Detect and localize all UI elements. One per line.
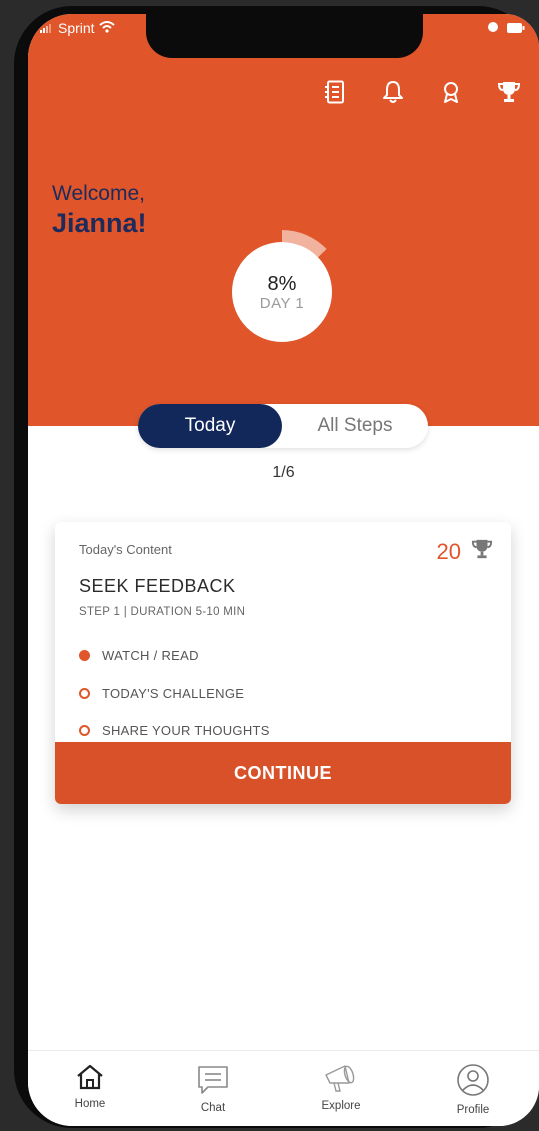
- status-bar-left: Sprint: [40, 20, 115, 36]
- progress-badge: 8% DAY 1: [232, 242, 332, 342]
- bell-icon[interactable]: [379, 78, 407, 106]
- tab-all-steps[interactable]: All Steps: [282, 404, 428, 448]
- chat-icon: [196, 1065, 230, 1098]
- card-meta: STEP 1 | DURATION 5-10 MIN: [79, 606, 246, 618]
- header-actions: [321, 78, 523, 106]
- card-label: Today's Content: [79, 542, 172, 557]
- profile-icon: [456, 1063, 490, 1100]
- continue-button[interactable]: CONTINUE: [55, 742, 511, 804]
- progress-ring: 8% DAY 1: [224, 214, 342, 344]
- alarm-icon: [487, 20, 499, 36]
- progress-percent: 8%: [267, 272, 297, 295]
- task-item[interactable]: WATCH / READ: [79, 648, 199, 663]
- trophy-small-icon: [471, 538, 493, 565]
- task-pending-icon: [79, 688, 90, 699]
- welcome-text: Welcome,: [52, 182, 145, 205]
- battery-icon: [507, 20, 525, 36]
- user-name: Jianna!: [52, 208, 147, 238]
- signal-icon: [40, 20, 54, 36]
- task-item[interactable]: TODAY'S CHALLENGE: [79, 686, 244, 701]
- task-label: TODAY'S CHALLENGE: [102, 686, 245, 701]
- device-notch: [146, 14, 423, 58]
- status-bar-right: [487, 20, 525, 36]
- task-label: WATCH / READ: [102, 648, 199, 663]
- wifi-icon: [98, 20, 115, 36]
- step-counter: 1/6: [272, 464, 295, 481]
- carrier-name: Sprint: [58, 20, 95, 36]
- award-ribbon-icon[interactable]: [437, 78, 465, 106]
- card-title: SEEK FEEDBACK: [79, 576, 236, 596]
- nav-home[interactable]: Home: [50, 1063, 130, 1110]
- bottom-nav: Home Chat Explore Profile: [28, 1050, 539, 1126]
- journal-icon[interactable]: [321, 78, 349, 106]
- nav-chat[interactable]: Chat: [173, 1065, 253, 1114]
- app-screen: Sprint Welcome, Jianna! 8% DAY 1 Today A…: [28, 14, 539, 1126]
- segment-control: Today All Steps: [138, 404, 428, 448]
- header-banner: Sprint Welcome, Jianna! 8% DAY 1: [28, 14, 539, 426]
- nav-profile[interactable]: Profile: [433, 1063, 513, 1116]
- content-card: Today's Content 20 SEEK FEEDBACK STEP 1 …: [55, 522, 511, 804]
- task-pending-icon: [79, 725, 90, 736]
- trophy-icon[interactable]: [495, 78, 523, 106]
- nav-home-label: Home: [74, 1098, 106, 1110]
- task-label: SHARE YOUR THOUGHTS: [102, 723, 270, 738]
- megaphone-icon: [323, 1063, 359, 1096]
- points-value: 20: [436, 538, 461, 564]
- tab-today[interactable]: Today: [138, 404, 282, 448]
- progress-day: DAY 1: [259, 294, 305, 312]
- nav-explore-label: Explore: [321, 1100, 361, 1112]
- task-item[interactable]: SHARE YOUR THOUGHTS: [79, 723, 270, 738]
- home-icon: [75, 1063, 105, 1094]
- points-badge: 20: [437, 538, 493, 565]
- task-done-icon: [79, 650, 90, 661]
- nav-chat-label: Chat: [200, 1102, 226, 1114]
- nav-profile-label: Profile: [456, 1104, 490, 1116]
- nav-explore[interactable]: Explore: [301, 1063, 381, 1112]
